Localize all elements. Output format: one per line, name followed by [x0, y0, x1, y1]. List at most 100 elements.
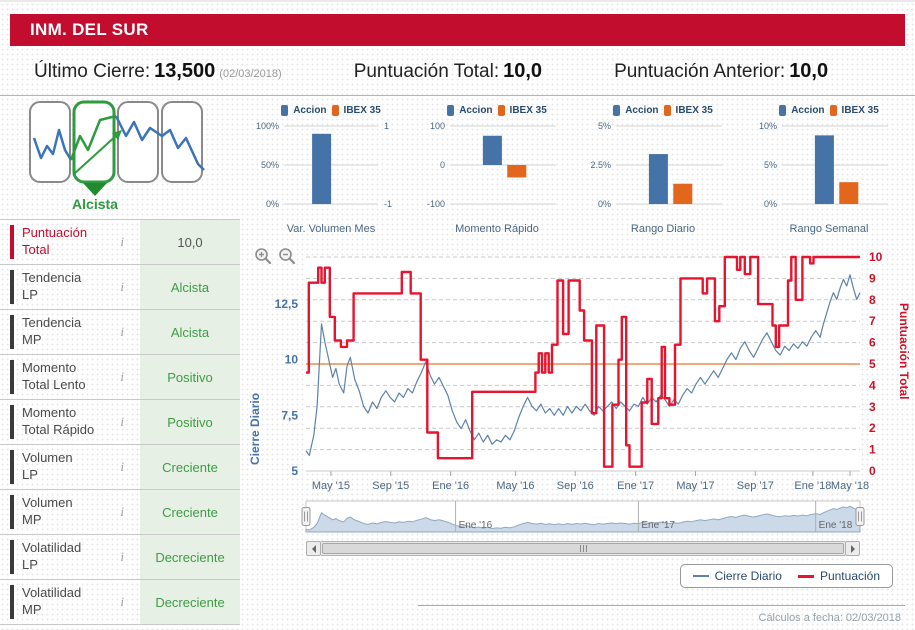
legend-label[interactable]: Accion: [459, 105, 492, 116]
mini-chart-plot: 5% 2.5% 0%: [590, 121, 722, 209]
indicator-row-puntuacion-total: Puntuación Total i 10,0: [0, 219, 240, 264]
indicator-value: 10,0: [140, 220, 240, 264]
zoom-in-icon[interactable]: [254, 247, 272, 265]
legend-label[interactable]: IBEX 35: [510, 105, 547, 116]
bar-accion: [648, 154, 668, 204]
content-area: Alcista Puntuación Total i 10,0 Tendencia…: [0, 96, 915, 625]
puntuacion-anterior-label: Puntuación Anterior:: [614, 61, 786, 82]
indicator-value: Alcista: [140, 265, 240, 309]
info-icon[interactable]: i: [120, 459, 124, 475]
info-icon[interactable]: i: [120, 504, 124, 520]
zoom-controls: [254, 247, 296, 265]
scroll-left-button[interactable]: [306, 541, 321, 556]
svg-text:0: 0: [869, 464, 876, 478]
indicator-value: Positivo: [140, 355, 240, 399]
legend-item-cierre-diario[interactable]: Cierre Diario: [692, 569, 782, 583]
legend-item-puntuacion[interactable]: Puntuación: [797, 569, 880, 583]
indicator-row-tendencia-mp: Tendencia MP i Alcista: [0, 309, 240, 354]
ultimo-cierre-value: 13,500: [154, 60, 216, 82]
indicator-label: Momento Total Rápido: [10, 405, 94, 439]
mini-legend: Accion IBEX 35: [748, 102, 910, 118]
svg-text:7: 7: [869, 314, 876, 328]
svg-text:5%: 5%: [764, 160, 777, 170]
svg-text:Sep '15: Sep '15: [372, 480, 409, 492]
indicator-row-volatilidad-lp: Volatilidad LP i Decreciente: [0, 534, 240, 579]
mini-legend: Accion IBEX 35: [416, 102, 578, 118]
info-icon[interactable]: i: [120, 324, 124, 340]
legend-label[interactable]: Accion: [791, 105, 824, 116]
footer-calc-date: Cálculos a fecha: 02/03/2018: [758, 612, 902, 624]
legend-swatch-icon: [779, 104, 787, 116]
mini-chart-title: Momento Rápido: [455, 223, 539, 235]
legend-label[interactable]: Accion: [625, 105, 658, 116]
navigator-handle-right[interactable]: [855, 507, 865, 526]
svg-text:10: 10: [869, 250, 883, 264]
legend-swatch-icon: [829, 104, 837, 116]
main-chart-svg: 0 1 2 3 4 5 6 7 8 9 10 5 7,5 10 12,5 May '15 Sep '15 Ene …: [275, 250, 883, 492]
info-icon[interactable]: i: [120, 549, 124, 565]
mini-chart-title: Rango Semanal: [789, 223, 869, 235]
svg-text:100: 100: [430, 121, 445, 131]
scrollbar-thumb[interactable]: [322, 543, 844, 554]
svg-text:May '18: May '18: [831, 480, 869, 492]
main-chart: Cierre Diario Puntuación Total 0 1 2 3 4 5 6 7 8…: [240, 243, 915, 588]
svg-text:100%: 100%: [256, 121, 279, 131]
bar-accion: [482, 135, 502, 165]
svg-text:-1: -1: [384, 199, 392, 209]
indicator-table: Puntuación Total i 10,0 Tendencia LP i Alc…: [0, 219, 240, 625]
indicator-label: Volumen MP: [10, 495, 73, 529]
indicator-value: Creciente: [140, 490, 240, 534]
indicator-panel: Alcista Puntuación Total i 10,0 Tendencia…: [0, 96, 240, 625]
svg-text:0%: 0%: [266, 199, 279, 209]
indicator-value: Decreciente: [140, 535, 240, 579]
navigator-handle-left[interactable]: [301, 507, 311, 526]
puntuacion-total: Puntuación Total: 10,0: [354, 60, 542, 83]
trend-state-graphic: Alcista: [26, 100, 216, 217]
indicator-label: Tendencia MP: [10, 315, 81, 349]
trend-state-label: Alcista: [72, 196, 118, 212]
svg-text:2.5%: 2.5%: [590, 160, 611, 170]
legend-swatch-icon: [613, 104, 621, 116]
puntuacion-total-label: Puntuación Total:: [353, 61, 500, 82]
svg-text:Sep '17: Sep '17: [737, 480, 774, 492]
indicator-row-volumen-mp: Volumen MP i Creciente: [0, 489, 240, 534]
indicator-label: Volatilidad MP: [10, 585, 81, 619]
info-icon[interactable]: i: [120, 414, 124, 430]
legend-label[interactable]: IBEX 35: [842, 105, 879, 116]
left-axis-title: Cierre Diario: [248, 392, 262, 465]
dashboard-page: INM. DEL SUR Último Cierre: 13,500 (02/03/…: [0, 0, 915, 630]
mini-legend: Accion IBEX 35: [250, 102, 412, 118]
svg-text:1: 1: [869, 443, 876, 457]
svg-text:-100: -100: [427, 199, 445, 209]
scrollbar-grip-icon: [579, 545, 587, 552]
chart-legend: Cierre Diario Puntuación: [679, 564, 893, 588]
scrollbar-track[interactable]: [321, 541, 845, 556]
info-icon[interactable]: i: [120, 234, 124, 250]
info-icon[interactable]: i: [120, 279, 124, 295]
indicator-label: Volumen LP: [10, 450, 73, 484]
svg-text:9: 9: [869, 271, 876, 285]
info-icon[interactable]: i: [120, 369, 124, 385]
bar-ibex-35: [507, 165, 527, 178]
bar-ibex-35: [839, 182, 859, 204]
indicator-value: Decreciente: [140, 580, 240, 624]
mini-chart-plot: 100% 50% 0% 1 -1: [256, 121, 392, 209]
svg-text:5: 5: [869, 357, 876, 371]
indicator-row-volatilidad-mp: Volatilidad MP i Decreciente: [0, 579, 240, 625]
info-icon[interactable]: i: [120, 594, 124, 610]
svg-text:12,5: 12,5: [275, 297, 299, 311]
legend-label[interactable]: Accion: [293, 105, 326, 116]
trend-pointer-icon: [83, 183, 107, 196]
svg-text:6: 6: [869, 336, 876, 350]
scroll-right-button[interactable]: [845, 541, 860, 556]
svg-text:Ene '16: Ene '16: [459, 520, 493, 531]
footer-divider: [418, 605, 905, 606]
chart-scrollbar: [306, 541, 860, 556]
zoom-out-icon[interactable]: [278, 247, 296, 265]
legend-label[interactable]: IBEX 35: [676, 105, 713, 116]
svg-text:8: 8: [869, 293, 876, 307]
indicator-label: Momento Total Lento: [10, 360, 86, 394]
legend-swatch-icon: [497, 104, 505, 116]
ultimo-cierre-date: (02/03/2018): [219, 68, 282, 80]
legend-label[interactable]: IBEX 35: [344, 105, 381, 116]
